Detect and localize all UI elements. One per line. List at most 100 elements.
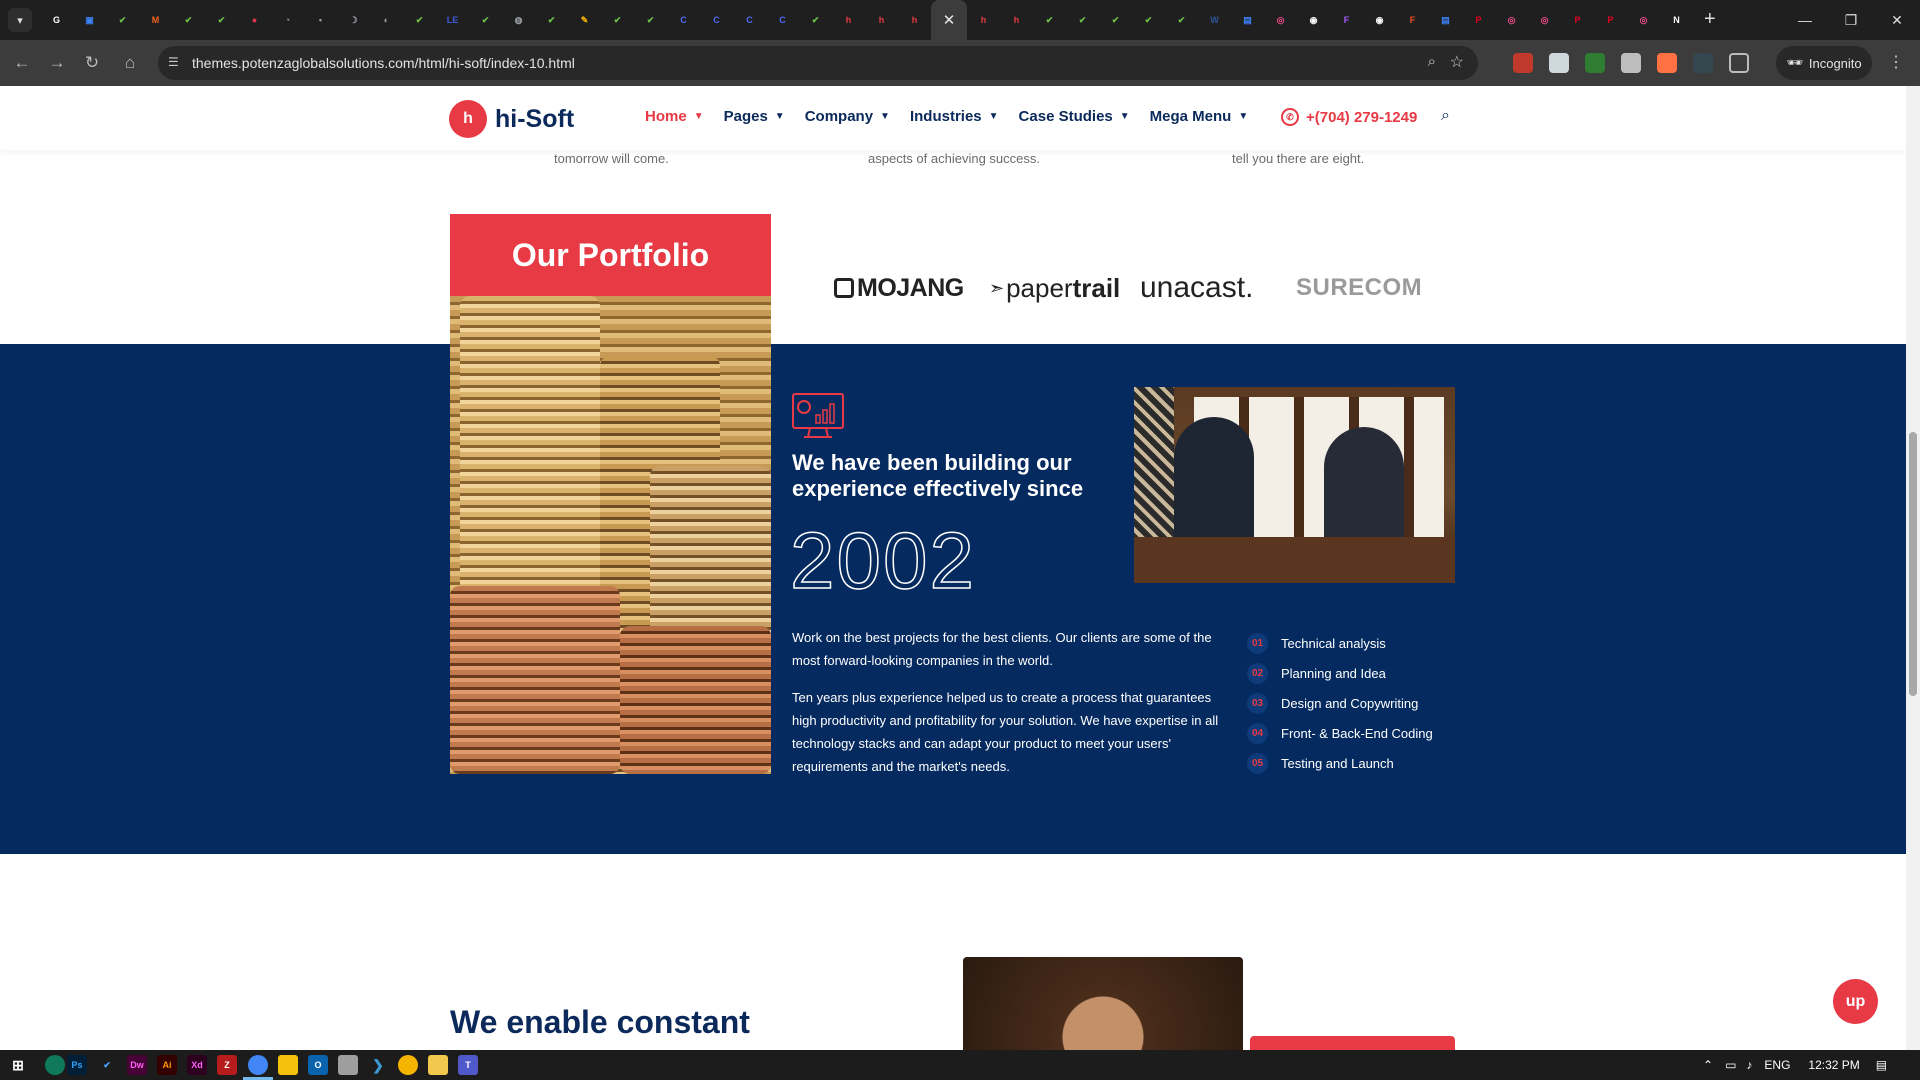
extension-icon[interactable] bbox=[1585, 53, 1605, 73]
browser-tab[interactable]: ✔ bbox=[1099, 0, 1132, 40]
scroll-to-top-button[interactable]: up bbox=[1833, 979, 1878, 1024]
browser-tab[interactable]: ▤ bbox=[1429, 0, 1462, 40]
scrollbar-thumb[interactable] bbox=[1909, 432, 1917, 696]
filezilla-icon[interactable]: Z bbox=[217, 1055, 237, 1075]
bookmark-star-icon[interactable]: ☆ bbox=[1450, 52, 1464, 72]
browser-tab[interactable]: ✔ bbox=[535, 0, 568, 40]
forward-button[interactable]: → bbox=[45, 51, 69, 75]
browser-tab[interactable]: ✔ bbox=[601, 0, 634, 40]
extensions-puzzle-icon[interactable] bbox=[1729, 53, 1749, 73]
notifications-icon[interactable]: ▤ bbox=[1876, 1058, 1887, 1072]
browser-tab[interactable]: ✔ bbox=[1033, 0, 1066, 40]
browser-tab[interactable]: h bbox=[967, 0, 1000, 40]
browser-tab[interactable]: W bbox=[1198, 0, 1231, 40]
extension-icon[interactable] bbox=[1513, 53, 1533, 73]
browser-tab[interactable]: ◉ bbox=[1363, 0, 1396, 40]
site-logo[interactable]: h hi-Soft bbox=[449, 100, 574, 138]
browser-tab[interactable]: C bbox=[667, 0, 700, 40]
browser-tab[interactable]: N bbox=[1660, 0, 1693, 40]
browser-tab[interactable]: ✔ bbox=[469, 0, 502, 40]
browser-tab[interactable]: ✔ bbox=[1132, 0, 1165, 40]
browser-tab[interactable]: ▣ bbox=[73, 0, 106, 40]
chrome-taskbar-icon[interactable] bbox=[248, 1055, 268, 1075]
browser-menu-icon[interactable]: ⋮ bbox=[1888, 52, 1904, 72]
url-text[interactable]: themes.potenzaglobalsolutions.com/html/h… bbox=[192, 55, 575, 71]
browser-tab[interactable]: ◐ bbox=[370, 0, 403, 40]
browser-tab[interactable]: P bbox=[1594, 0, 1627, 40]
browser-tab[interactable]: C bbox=[733, 0, 766, 40]
language-indicator[interactable]: ENG bbox=[1764, 1058, 1790, 1072]
vscode-icon[interactable]: ❯ bbox=[368, 1055, 388, 1075]
browser-tab[interactable]: ◔ bbox=[271, 0, 304, 40]
nav-item-pages[interactable]: Pages ▼ bbox=[724, 108, 785, 125]
reload-button[interactable]: ↻ bbox=[80, 51, 104, 75]
photoshop-icon[interactable]: Ps bbox=[67, 1055, 87, 1075]
browser-tab[interactable]: ✔ bbox=[634, 0, 667, 40]
browser-tab[interactable]: C bbox=[700, 0, 733, 40]
teams-icon[interactable]: T bbox=[458, 1055, 478, 1075]
nav-item-home[interactable]: Home ▼ bbox=[645, 108, 704, 125]
browser-tab[interactable]: ✔ bbox=[106, 0, 139, 40]
volume-icon[interactable]: ♪ bbox=[1746, 1058, 1752, 1072]
browser-tab[interactable]: h bbox=[898, 0, 931, 40]
site-info-icon[interactable]: ☰ bbox=[168, 55, 179, 69]
browser-tab[interactable]: ● bbox=[238, 0, 271, 40]
tab-search-button[interactable]: ▾ bbox=[8, 8, 32, 32]
browser-tab[interactable]: M bbox=[139, 0, 172, 40]
illustrator-icon[interactable]: Ai bbox=[157, 1055, 177, 1075]
browser-tab[interactable]: h bbox=[865, 0, 898, 40]
home-button[interactable]: ⌂ bbox=[118, 51, 142, 75]
extension-icon[interactable] bbox=[1693, 53, 1713, 73]
minimize-button[interactable]: — bbox=[1782, 0, 1828, 40]
search-icon[interactable]: ⌕ bbox=[1441, 107, 1450, 125]
zoom-icon[interactable]: ⌕ bbox=[1428, 53, 1436, 70]
nav-item-industries[interactable]: Industries ▼ bbox=[910, 108, 999, 125]
browser-tab[interactable]: h bbox=[832, 0, 865, 40]
todo-icon[interactable]: ✔ bbox=[97, 1055, 117, 1075]
address-bar[interactable]: ☰ themes.potenzaglobalsolutions.com/html… bbox=[158, 46, 1478, 80]
clock[interactable]: 12:32 PM bbox=[1808, 1058, 1859, 1072]
close-window-button[interactable]: ✕ bbox=[1874, 0, 1920, 40]
browser-tab[interactable]: ✔ bbox=[172, 0, 205, 40]
close-tab-icon[interactable]: ✕ bbox=[943, 11, 956, 29]
browser-tab[interactable]: ✎ bbox=[568, 0, 601, 40]
outlook-icon[interactable]: O bbox=[308, 1055, 328, 1075]
tray-chevron-icon[interactable]: ⌃ bbox=[1703, 1058, 1713, 1072]
new-tab-button[interactable]: + bbox=[1704, 8, 1716, 30]
browser-tab[interactable]: F bbox=[1330, 0, 1363, 40]
camera-extension-icon[interactable] bbox=[1621, 53, 1641, 73]
extension-icon[interactable] bbox=[1657, 53, 1677, 73]
browser-tab[interactable]: F bbox=[1396, 0, 1429, 40]
notepad-icon[interactable] bbox=[338, 1055, 358, 1075]
browser-tab[interactable]: h bbox=[1000, 0, 1033, 40]
edge-icon[interactable] bbox=[45, 1055, 65, 1075]
file-explorer-icon[interactable] bbox=[428, 1055, 448, 1075]
chrome-alt-icon[interactable] bbox=[398, 1055, 418, 1075]
browser-tab[interactable]: ◍ bbox=[502, 0, 535, 40]
browser-tab[interactable]: ◎ bbox=[1495, 0, 1528, 40]
browser-tab[interactable]: ✔ bbox=[403, 0, 436, 40]
browser-tab[interactable]: ▤ bbox=[1231, 0, 1264, 40]
browser-tab[interactable]: ✔ bbox=[205, 0, 238, 40]
browser-tab[interactable]: ◎ bbox=[1627, 0, 1660, 40]
browser-tab[interactable]: • bbox=[304, 0, 337, 40]
browser-tab[interactable]: ◎ bbox=[1528, 0, 1561, 40]
back-button[interactable]: ← bbox=[10, 51, 34, 75]
network-icon[interactable]: ▭ bbox=[1725, 1058, 1736, 1072]
nav-item-case-studies[interactable]: Case Studies ▼ bbox=[1019, 108, 1130, 125]
browser-tab[interactable]: ◎ bbox=[1264, 0, 1297, 40]
nav-item-company[interactable]: Company ▼ bbox=[805, 108, 890, 125]
browser-tab[interactable]: ✔ bbox=[799, 0, 832, 40]
xd-icon[interactable]: Xd bbox=[187, 1055, 207, 1075]
windows-start-icon[interactable]: ⊞ bbox=[8, 1055, 28, 1075]
browser-tab[interactable]: ✕ bbox=[931, 0, 967, 40]
page-scrollbar[interactable] bbox=[1906, 86, 1920, 1050]
header-phone[interactable]: ✆ +(704) 279-1249 bbox=[1281, 108, 1417, 126]
nav-item-mega-menu[interactable]: Mega Menu ▼ bbox=[1150, 108, 1249, 125]
dreamweaver-icon[interactable]: Dw bbox=[127, 1055, 147, 1075]
browser-tab[interactable]: C bbox=[766, 0, 799, 40]
browser-tab[interactable]: ☽ bbox=[337, 0, 370, 40]
browser-tab[interactable]: ✔ bbox=[1165, 0, 1198, 40]
browser-tab[interactable]: P bbox=[1462, 0, 1495, 40]
browser-tab[interactable]: ✔ bbox=[1066, 0, 1099, 40]
